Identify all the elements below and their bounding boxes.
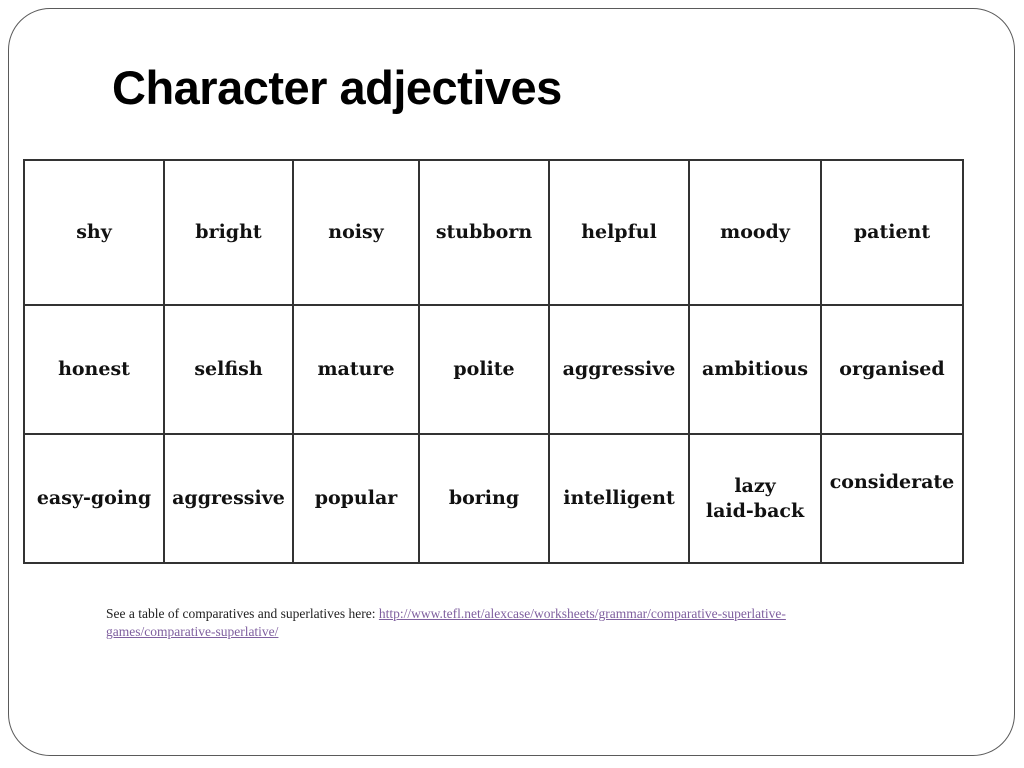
- table-cell: easy-going: [23, 433, 165, 564]
- table-cell: intelligent: [548, 433, 690, 564]
- table-cell: mature: [292, 304, 420, 435]
- reference-note: See a table of comparatives and superlat…: [106, 605, 906, 641]
- table-row: shy bright noisy stubborn helpful moody …: [23, 159, 964, 306]
- table-cell: stubborn: [418, 159, 550, 306]
- cell-line: lazy: [734, 474, 776, 497]
- table-cell: shy: [23, 159, 165, 306]
- table-cell: polite: [418, 304, 550, 435]
- table-cell: noisy: [292, 159, 420, 306]
- table-cell: popular: [292, 433, 420, 564]
- cell-line: laid-back: [705, 499, 805, 522]
- table-row: easy-going aggressive popular boring int…: [23, 433, 964, 564]
- link-line: games/comparative-superlative/: [106, 624, 279, 639]
- slide-title: Character adjectives: [112, 61, 562, 114]
- table-cell: honest: [23, 304, 165, 435]
- table-cell: boring: [418, 433, 550, 564]
- table-cell: lazy laid-back: [688, 433, 822, 564]
- table-cell: bright: [163, 159, 294, 306]
- table-cell: aggressive: [548, 304, 690, 435]
- link-line: http://www.tefl.net/alexcase/worksheets/…: [378, 606, 786, 621]
- table-cell: aggressive: [163, 433, 294, 564]
- table-cell: patient: [820, 159, 964, 306]
- table-row: honest selfish mature polite aggressive …: [23, 304, 964, 435]
- adjectives-table: shy bright noisy stubborn helpful moody …: [23, 159, 964, 564]
- table-cell: moody: [688, 159, 822, 306]
- table-cell: ambitious: [688, 304, 822, 435]
- table-cell: helpful: [548, 159, 690, 306]
- table-cell: considerate: [820, 433, 964, 564]
- table-cell: selfish: [163, 304, 294, 435]
- note-text: See a table of comparatives and superlat…: [106, 606, 379, 621]
- table-cell: organised: [820, 304, 964, 435]
